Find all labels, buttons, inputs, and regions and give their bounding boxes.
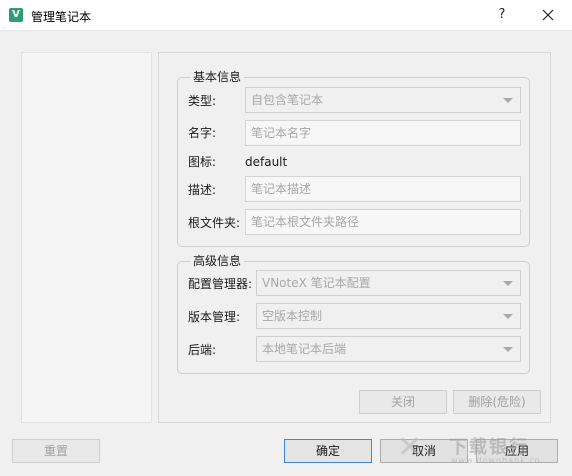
type-label: 类型: [188,94,217,108]
watermark-url: www.downbank.cn [451,456,541,465]
reset-button[interactable]: 重置 [12,439,100,463]
chevron-down-icon [503,314,513,319]
backend-label: 后端: [188,343,217,357]
close-notebook-button[interactable]: 关闭 [359,390,447,414]
root-folder-label: 根文件夹: [188,216,241,230]
window-title: 管理笔记本 [31,10,92,24]
root-folder-input[interactable]: 笔记本根文件夹路径 [245,209,521,235]
config-manager-select[interactable]: VNoteX 笔记本配置 [256,270,521,296]
backend-select[interactable]: 本地笔记本后端 [256,336,521,362]
basic-info-title: 基本信息 [190,70,245,84]
description-label: 描述: [188,183,217,197]
chevron-down-icon [503,98,513,103]
notebook-list[interactable] [21,52,152,423]
version-control-select[interactable]: 空版本控制 [256,303,521,329]
type-select[interactable]: 自包含笔记本 [245,87,521,113]
delete-notebook-button[interactable]: 删除(危险) [453,390,541,414]
config-manager-label: 配置管理器: [188,277,253,291]
app-logo-icon: V [9,8,23,22]
icon-value: default [245,155,288,169]
description-input[interactable]: 笔记本描述 [245,176,521,202]
chevron-down-icon [503,347,513,352]
name-input[interactable]: 笔记本名字 [245,120,521,146]
version-control-label: 版本管理: [188,310,241,324]
name-label: 名字: [188,126,217,140]
watermark-x-icon: ✕ [397,430,423,465]
chevron-down-icon [503,281,513,286]
advanced-info-title: 高级信息 [190,254,245,268]
version-control-value: 空版本控制 [262,309,323,323]
ok-button[interactable]: 确定 [284,439,372,463]
close-icon [542,9,554,21]
watermark-logo: ✕ 下载银行 www.downbank.cn [397,430,567,470]
type-select-value: 自包含笔记本 [251,93,324,107]
config-manager-value: VNoteX 笔记本配置 [262,276,371,290]
close-window-button[interactable] [535,4,561,26]
icon-label: 图标: [188,155,217,169]
help-button[interactable]: ? [489,4,515,26]
title-bar: V 管理笔记本 ? [0,0,572,31]
backend-value: 本地笔记本后端 [262,342,347,356]
